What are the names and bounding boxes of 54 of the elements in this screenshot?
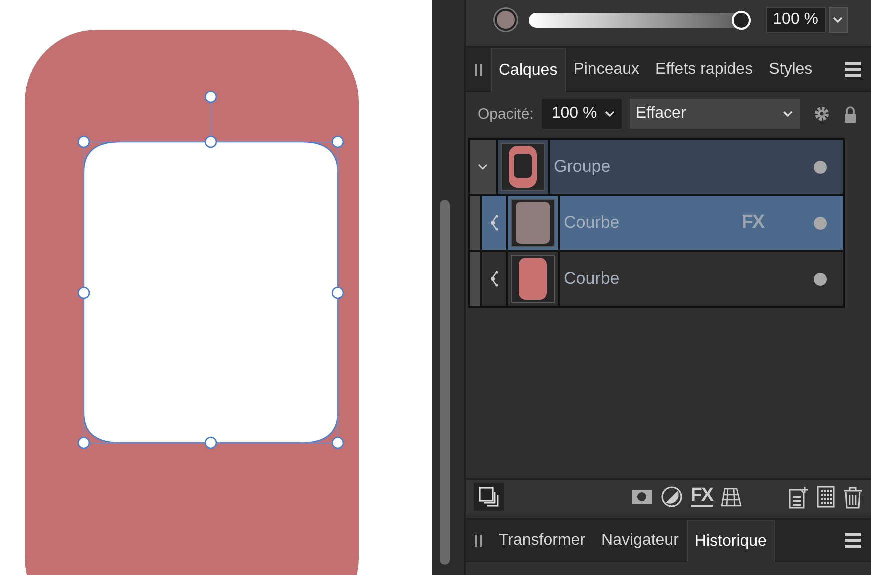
panel-tab[interactable]: Styles [761, 48, 821, 91]
chevron-icon [604, 109, 616, 119]
slider-thumb[interactable] [732, 10, 751, 30]
opacity-slider[interactable] [529, 10, 751, 30]
selection-handle[interactable] [78, 436, 90, 450]
scrollbar[interactable] [440, 200, 450, 565]
visibility-dot[interactable] [814, 160, 827, 174]
layer-row[interactable]: Courbe [470, 252, 843, 308]
panel-tab[interactable]: Navigateur [594, 520, 687, 561]
opacity-label: Opacité: [478, 106, 534, 122]
selection-handle[interactable] [332, 436, 344, 450]
selection-handle[interactable] [78, 286, 90, 300]
layer-name: Courbe [564, 269, 621, 289]
panel-tab[interactable]: Transformer [491, 520, 594, 561]
visibility-dot[interactable] [814, 272, 827, 286]
chevron-icon [782, 109, 794, 119]
layer-row[interactable]: Groupe [470, 140, 843, 196]
opacity-field[interactable]: 100 % [542, 99, 622, 129]
dropdown-button[interactable] [828, 7, 848, 33]
node-icon [488, 271, 500, 287]
layer-name: Courbe [564, 213, 621, 233]
panel-tab[interactable]: Calques [491, 48, 566, 92]
layers-icon [479, 487, 499, 507]
lock-icon[interactable] [844, 106, 857, 122]
selection-handle[interactable] [78, 136, 90, 148]
selection-handle[interactable] [204, 436, 218, 450]
selection-handle[interactable] [332, 136, 344, 148]
add-layer-icon[interactable] [788, 486, 809, 508]
panel-tab[interactable]: Effets rapides [648, 48, 762, 91]
layer-name: Groupe [554, 157, 612, 177]
delete-icon[interactable] [843, 486, 863, 508]
panel-tab[interactable]: Pinceaux [566, 48, 648, 91]
adjustment-icon[interactable] [660, 486, 683, 508]
opacity-value-field[interactable]: 100 % [766, 7, 826, 33]
visibility-dot[interactable] [814, 216, 827, 230]
checker-icon[interactable] [817, 486, 835, 508]
mask-icon[interactable] [630, 487, 653, 507]
settings-icon[interactable] [814, 106, 830, 122]
node-icon [488, 215, 500, 231]
menu-icon[interactable] [845, 532, 861, 549]
grip-icon[interactable] [474, 64, 483, 76]
effects-button[interactable]: FX [690, 487, 713, 507]
panel-tab[interactable]: Historique [686, 520, 775, 562]
selection-handle[interactable] [332, 286, 344, 300]
color-swatch[interactable] [495, 9, 517, 31]
menu-icon[interactable] [845, 61, 861, 78]
selection-handle[interactable] [204, 90, 218, 104]
grip-icon[interactable] [474, 534, 483, 546]
expand-chevron-icon[interactable] [477, 162, 489, 172]
mesh-icon[interactable] [721, 486, 742, 508]
blend-mode-dropdown[interactable]: Effacer [630, 99, 800, 129]
arrange-button[interactable] [474, 483, 504, 511]
chevron-icon [832, 15, 844, 25]
selection-handle[interactable] [204, 136, 218, 148]
